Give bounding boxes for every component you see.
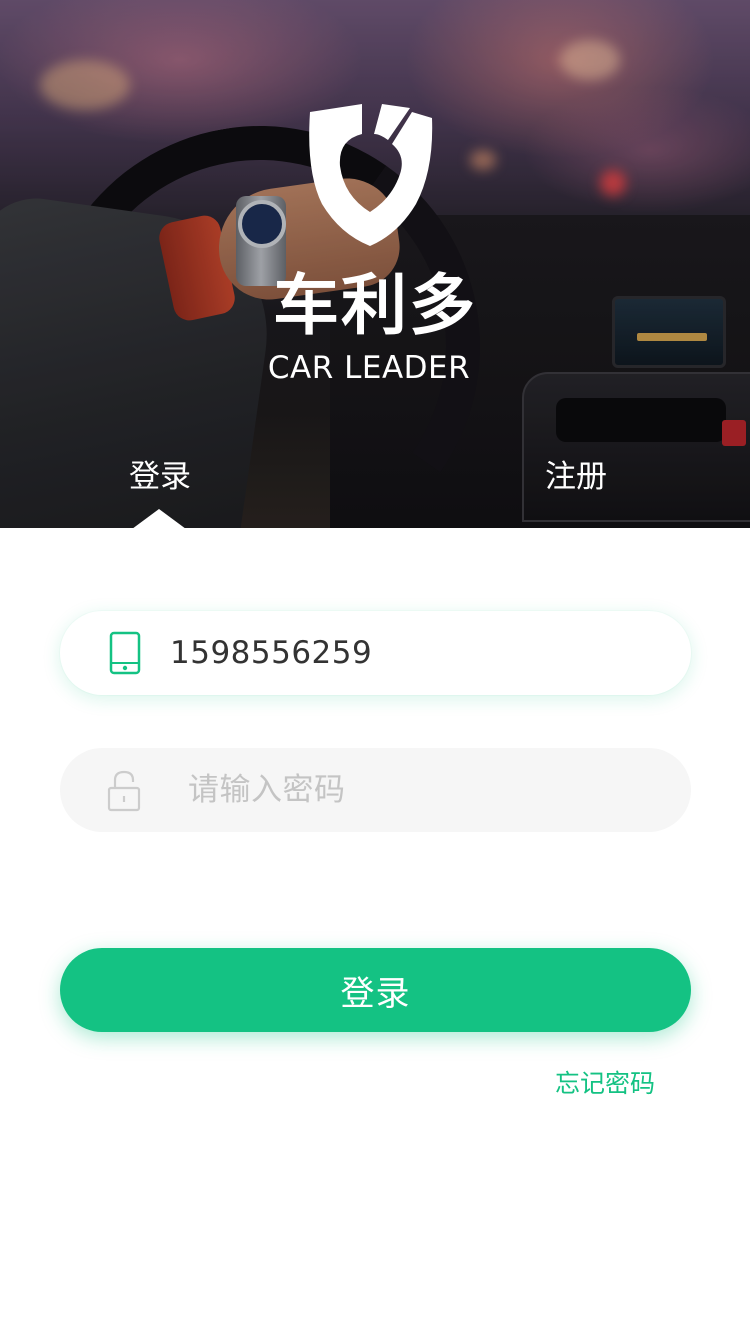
forgot-password-link[interactable]: 忘记密码 <box>540 1064 670 1104</box>
hero-header: 车利多 CAR LEADER 登录 注册 <box>0 0 750 528</box>
overlay-shade <box>0 0 750 528</box>
brand-name-cn: 车利多 <box>273 267 477 344</box>
phone-icon <box>109 631 141 675</box>
tab-login[interactable]: 登录 <box>108 454 212 500</box>
password-field[interactable] <box>60 748 691 832</box>
lock-icon <box>107 770 141 812</box>
active-tab-indicator <box>132 509 186 528</box>
phone-input[interactable] <box>170 611 650 695</box>
tab-register[interactable]: 注册 <box>524 454 628 500</box>
login-button[interactable]: 登录 <box>60 948 691 1032</box>
brand-name-en: CAR LEADER <box>267 350 471 386</box>
phone-field[interactable] <box>60 611 691 695</box>
shield-logo-icon <box>309 104 433 246</box>
password-input[interactable] <box>188 748 668 832</box>
